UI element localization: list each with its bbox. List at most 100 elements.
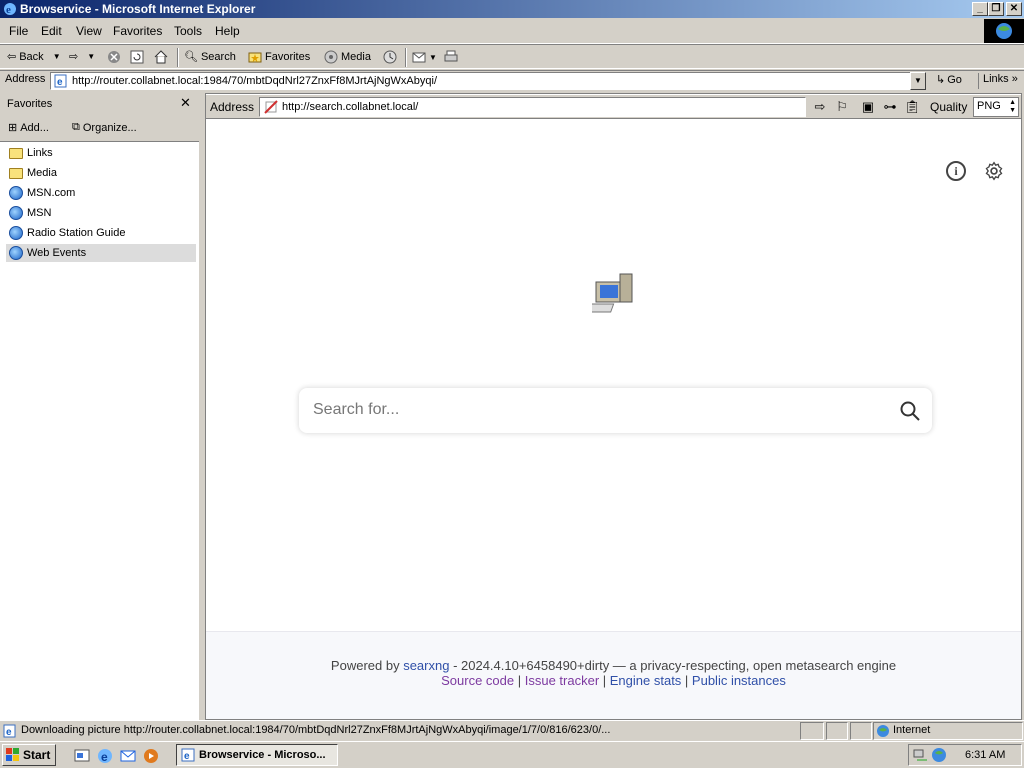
gear-icon[interactable] bbox=[984, 161, 1004, 181]
chevron-down-icon: ▼ bbox=[87, 52, 96, 61]
refresh-icon bbox=[130, 50, 144, 64]
internet-zone-icon bbox=[877, 725, 889, 737]
source-code-link[interactable]: Source code bbox=[441, 673, 514, 688]
favorites-item-links[interactable]: Links bbox=[6, 144, 196, 162]
media-player-icon[interactable] bbox=[143, 748, 159, 764]
home-button[interactable] bbox=[154, 50, 168, 64]
media-icon bbox=[324, 50, 338, 64]
quality-label: Quality bbox=[930, 100, 968, 114]
info-icon[interactable]: i bbox=[946, 161, 966, 181]
clipboard-icon[interactable]: 📋︎ bbox=[904, 99, 921, 115]
chevron-right-icon: » bbox=[1011, 73, 1018, 85]
navigate-arrow-icon[interactable]: ⇨ bbox=[812, 99, 828, 115]
status-text: Downloading picture http://router.collab… bbox=[21, 724, 611, 736]
footer-links: Source code | Issue tracker | Engine sta… bbox=[206, 673, 1021, 688]
favorites-item-web-events[interactable]: Web Events bbox=[6, 244, 196, 262]
ie-link-icon bbox=[9, 206, 23, 220]
refresh-button[interactable] bbox=[130, 50, 144, 64]
minimize-button[interactable]: _ bbox=[972, 2, 988, 16]
add-favorite-icon: ⊞ bbox=[8, 122, 18, 134]
menu-favorites[interactable]: Favorites bbox=[113, 24, 162, 38]
folder-icon bbox=[9, 147, 23, 159]
find-icon[interactable]: ⊶ bbox=[882, 99, 898, 115]
public-instances-link[interactable]: Public instances bbox=[692, 673, 786, 688]
close-icon[interactable]: ✕ bbox=[180, 95, 191, 111]
network-icon[interactable] bbox=[913, 747, 929, 763]
close-button[interactable]: ✕ bbox=[1006, 2, 1022, 16]
taskbar-window-button[interactable]: e Browservice - Microso... bbox=[176, 744, 338, 766]
stop-button[interactable] bbox=[107, 50, 121, 64]
links-button[interactable]: Links » bbox=[978, 73, 1018, 89]
update-icon[interactable] bbox=[931, 747, 947, 763]
media-button[interactable]: Media bbox=[324, 50, 371, 64]
insecure-icon bbox=[264, 100, 278, 114]
save-icon[interactable]: ▣ bbox=[860, 99, 876, 115]
svg-text:e: e bbox=[6, 727, 12, 738]
favorites-item-media[interactable]: Media bbox=[6, 164, 196, 182]
add-favorite-button[interactable]: ⊞ Add... bbox=[8, 121, 49, 135]
home-icon bbox=[154, 50, 168, 64]
menu-help[interactable]: Help bbox=[215, 24, 240, 38]
organize-favorites-button[interactable]: ⧉ Organize... bbox=[72, 121, 137, 134]
windows-flag-icon bbox=[6, 748, 19, 761]
menu-view[interactable]: View bbox=[76, 24, 102, 38]
clock: 6:31 AM bbox=[965, 749, 1006, 761]
back-button[interactable]: ⇦ Back ▼ bbox=[7, 50, 61, 64]
toolbar: ⇦ Back ▼ ⇨ ▼ 🔍︎ Search Favorites Media ▼ bbox=[0, 44, 1024, 69]
go-button[interactable]: ↳ Go bbox=[936, 73, 962, 87]
outlook-express-icon[interactable] bbox=[120, 748, 136, 764]
mail-icon bbox=[412, 52, 426, 63]
chevron-down-icon: ▼ bbox=[914, 76, 922, 85]
maximize-button[interactable]: ❐ bbox=[988, 2, 1004, 16]
search-box[interactable]: Search for... bbox=[299, 388, 932, 433]
engine-stats-link[interactable]: Engine stats bbox=[610, 673, 682, 688]
ie-link-icon bbox=[9, 246, 23, 260]
footer: Powered by searxng - 2024.4.10+6458490+d… bbox=[206, 631, 1021, 719]
menu-tools[interactable]: Tools bbox=[174, 24, 202, 38]
inner-address-url: http://search.collabnet.local/ bbox=[282, 101, 419, 113]
history-button[interactable] bbox=[383, 50, 397, 64]
svg-text:e: e bbox=[184, 751, 190, 762]
svg-text:e: e bbox=[6, 4, 11, 16]
search-button[interactable]: 🔍︎ Search bbox=[184, 50, 236, 64]
svg-text:e: e bbox=[57, 77, 63, 88]
mail-button[interactable]: ▼ bbox=[412, 50, 437, 64]
stepper-icon[interactable]: ▲ ▼ bbox=[1009, 99, 1016, 115]
issue-tracker-link[interactable]: Issue tracker bbox=[525, 673, 599, 688]
svg-text:e: e bbox=[101, 750, 108, 764]
history-icon bbox=[383, 50, 397, 64]
print-button[interactable] bbox=[444, 50, 458, 64]
ie-link-icon bbox=[9, 186, 23, 200]
address-input[interactable]: e http://router.collabnet.local:1984/70/… bbox=[50, 72, 926, 90]
inner-address-input[interactable]: http://search.collabnet.local/ bbox=[259, 97, 806, 117]
chevron-down-icon: ▼ bbox=[52, 52, 61, 61]
search-input[interactable]: Search for... bbox=[313, 401, 399, 419]
favorites-button[interactable]: Favorites bbox=[248, 50, 310, 64]
inner-address-label: Address bbox=[210, 100, 255, 114]
favorites-item-radio-station-guide[interactable]: Radio Station Guide bbox=[6, 224, 196, 242]
favorites-title: Favorites bbox=[7, 98, 53, 110]
search-icon: 🔍︎ bbox=[184, 51, 198, 63]
separator: | bbox=[514, 673, 525, 688]
title-bar: e Browservice - Microsoft Internet Explo… bbox=[0, 0, 1024, 18]
favorites-item-msn-com[interactable]: MSN.com bbox=[6, 184, 196, 202]
menu-bar: File Edit View Favorites Tools Help bbox=[0, 18, 1024, 44]
status-panel bbox=[850, 722, 872, 740]
zone-text: Internet bbox=[893, 724, 931, 736]
forward-button[interactable]: ⇨ ▼ bbox=[69, 50, 95, 63]
menu-edit[interactable]: Edit bbox=[41, 24, 62, 38]
searxng-link[interactable]: searxng bbox=[403, 658, 449, 673]
favorites-item-msn[interactable]: MSN bbox=[6, 204, 196, 222]
back-arrow-icon: ⇦ bbox=[7, 51, 17, 63]
quality-select[interactable]: PNG ▲ ▼ bbox=[973, 97, 1019, 117]
separator: | bbox=[681, 673, 692, 688]
ie-quicklaunch-icon[interactable]: e bbox=[97, 748, 113, 764]
show-desktop-icon[interactable] bbox=[74, 748, 90, 764]
start-button[interactable]: Start bbox=[2, 744, 56, 766]
address-dropdown-button[interactable]: ▼ bbox=[910, 72, 926, 90]
bookmark-icon[interactable]: ⚐ bbox=[834, 99, 850, 115]
search-icon[interactable] bbox=[899, 400, 921, 422]
menu-file[interactable]: File bbox=[9, 24, 28, 38]
forward-arrow-icon: ⇨ bbox=[69, 51, 79, 63]
status-panel bbox=[826, 722, 848, 740]
